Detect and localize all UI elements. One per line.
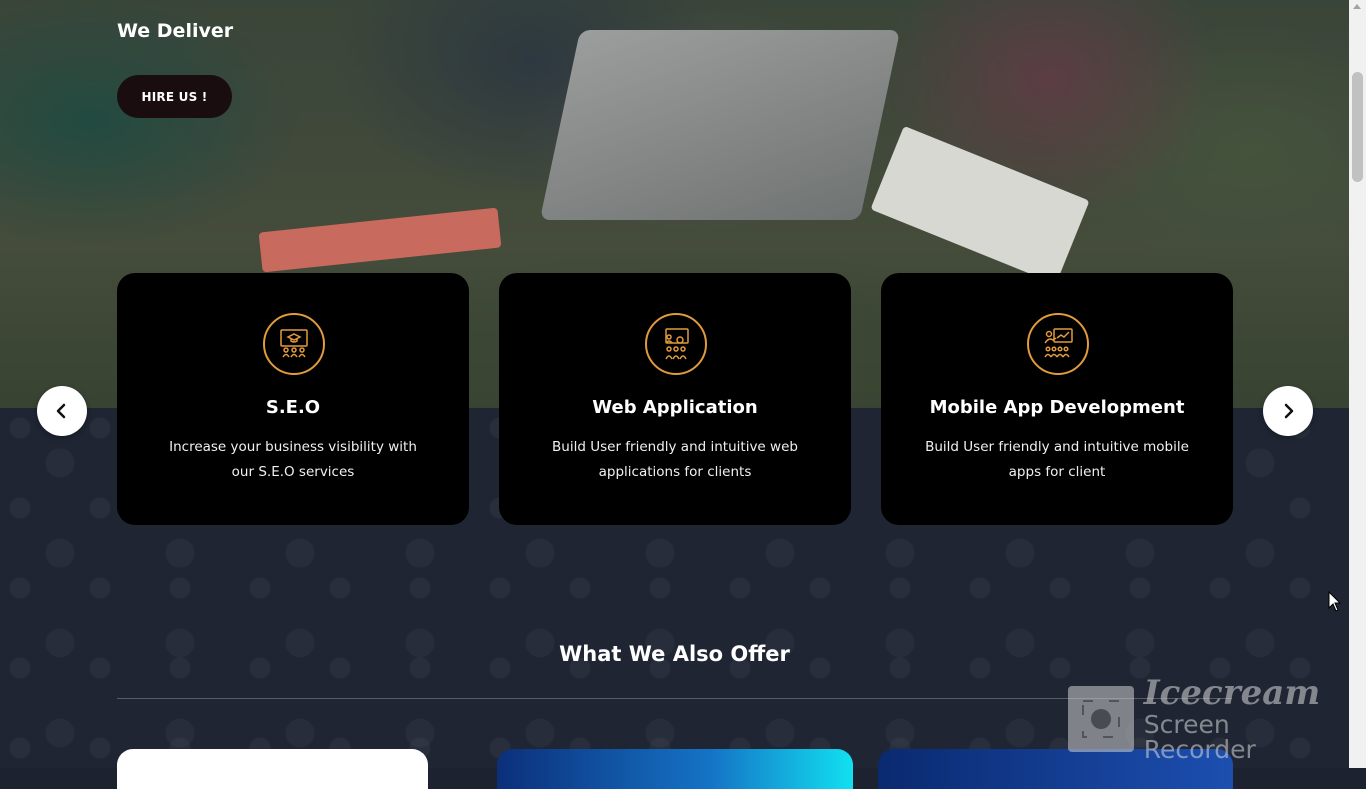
scrollbar-thumb[interactable] (1352, 72, 1363, 182)
section-divider (117, 698, 1232, 699)
service-description: Build User friendly and intuitive mobile… (925, 439, 1189, 480)
service-title: Web Application (592, 397, 758, 418)
service-card-seo[interactable]: S.E.O Increase your business visibility … (117, 273, 469, 525)
offer-card[interactable] (117, 749, 428, 789)
teacher-presentation-icon (1027, 313, 1089, 375)
classroom-board-icon (645, 313, 707, 375)
page-scrollbar[interactable] (1349, 0, 1366, 768)
service-card-mobile-app-development[interactable]: Mobile App Development Build User friend… (881, 273, 1233, 525)
service-card-web-application[interactable]: Web Application Build User friendly and … (499, 273, 851, 525)
service-description: Increase your business visibility with o… (169, 439, 417, 480)
chevron-left-icon (56, 403, 66, 419)
carousel-next-button[interactable] (1263, 386, 1313, 436)
hero-book-image (258, 207, 502, 273)
section-title-offer: What We Also Offer (559, 642, 790, 666)
hero-laptop-image (539, 30, 901, 220)
offer-card[interactable] (497, 749, 853, 789)
service-title: S.E.O (265, 397, 321, 418)
graduation-presentation-icon (263, 313, 325, 375)
camera-icon (1068, 686, 1134, 752)
chevron-right-icon (1284, 403, 1294, 419)
recorder-watermark: Icecream Screen Recorder (1068, 676, 1349, 762)
service-description: Build User friendly and intuitive web ap… (552, 439, 798, 480)
watermark-product: Screen Recorder (1143, 710, 1256, 764)
carousel-prev-button[interactable] (37, 386, 87, 436)
hire-us-button[interactable]: HIRE US ! (117, 75, 232, 118)
mouse-cursor-icon (1328, 591, 1342, 612)
watermark-brand: Icecream (1143, 673, 1321, 713)
scroll-up-arrow-icon[interactable] (1353, 4, 1361, 9)
hero-tagline: We Deliver (117, 20, 234, 42)
hero-notebook-image (870, 125, 1090, 285)
service-title: Mobile App Development (929, 397, 1185, 418)
